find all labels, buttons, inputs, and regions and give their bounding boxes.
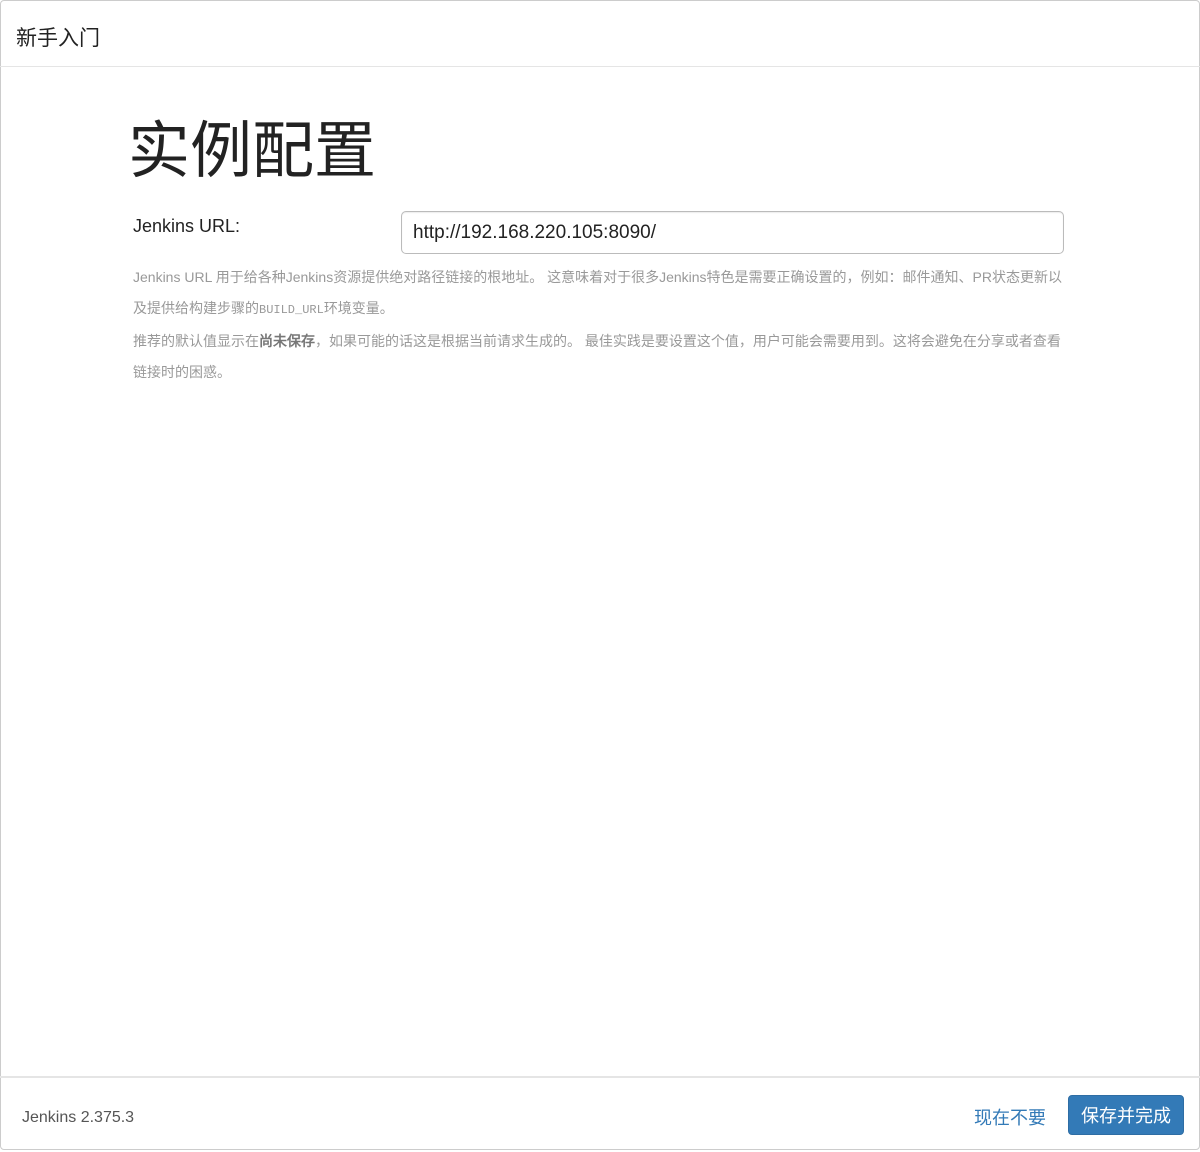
help-text: 推荐的默认值显示在 [133, 333, 259, 349]
help-paragraph-2: 推荐的默认值显示在尚未保存，如果可能的话这是根据当前请求生成的。 最佳实践是要设… [133, 326, 1063, 388]
not-now-link[interactable]: 现在不要 [974, 1104, 1046, 1130]
dialog-header: 新手入门 [0, 0, 1200, 67]
page-title: 实例配置 [128, 117, 377, 186]
dialog-title: 新手入门 [16, 27, 100, 50]
dialog-footer: Jenkins 2.375.3 现在不要 保存并完成 [0, 1076, 1200, 1152]
jenkins-url-label: Jenkins URL: [133, 216, 241, 236]
jenkins-version: Jenkins 2.375.3 [22, 1109, 135, 1126]
jenkins-url-input[interactable] [401, 211, 1064, 254]
save-and-finish-button[interactable]: 保存并完成 [1068, 1095, 1184, 1135]
build-url-code: BUILD_URL [259, 303, 324, 317]
help-text: 环境变量。 [323, 300, 394, 316]
help-paragraph-1: Jenkins URL 用于给各种Jenkins资源提供绝对路径链接的根地址。 … [133, 262, 1063, 326]
not-saved-emphasis: 尚未保存 [259, 333, 315, 349]
jenkins-url-help: Jenkins URL 用于给各种Jenkins资源提供绝对路径链接的根地址。 … [133, 262, 1063, 388]
